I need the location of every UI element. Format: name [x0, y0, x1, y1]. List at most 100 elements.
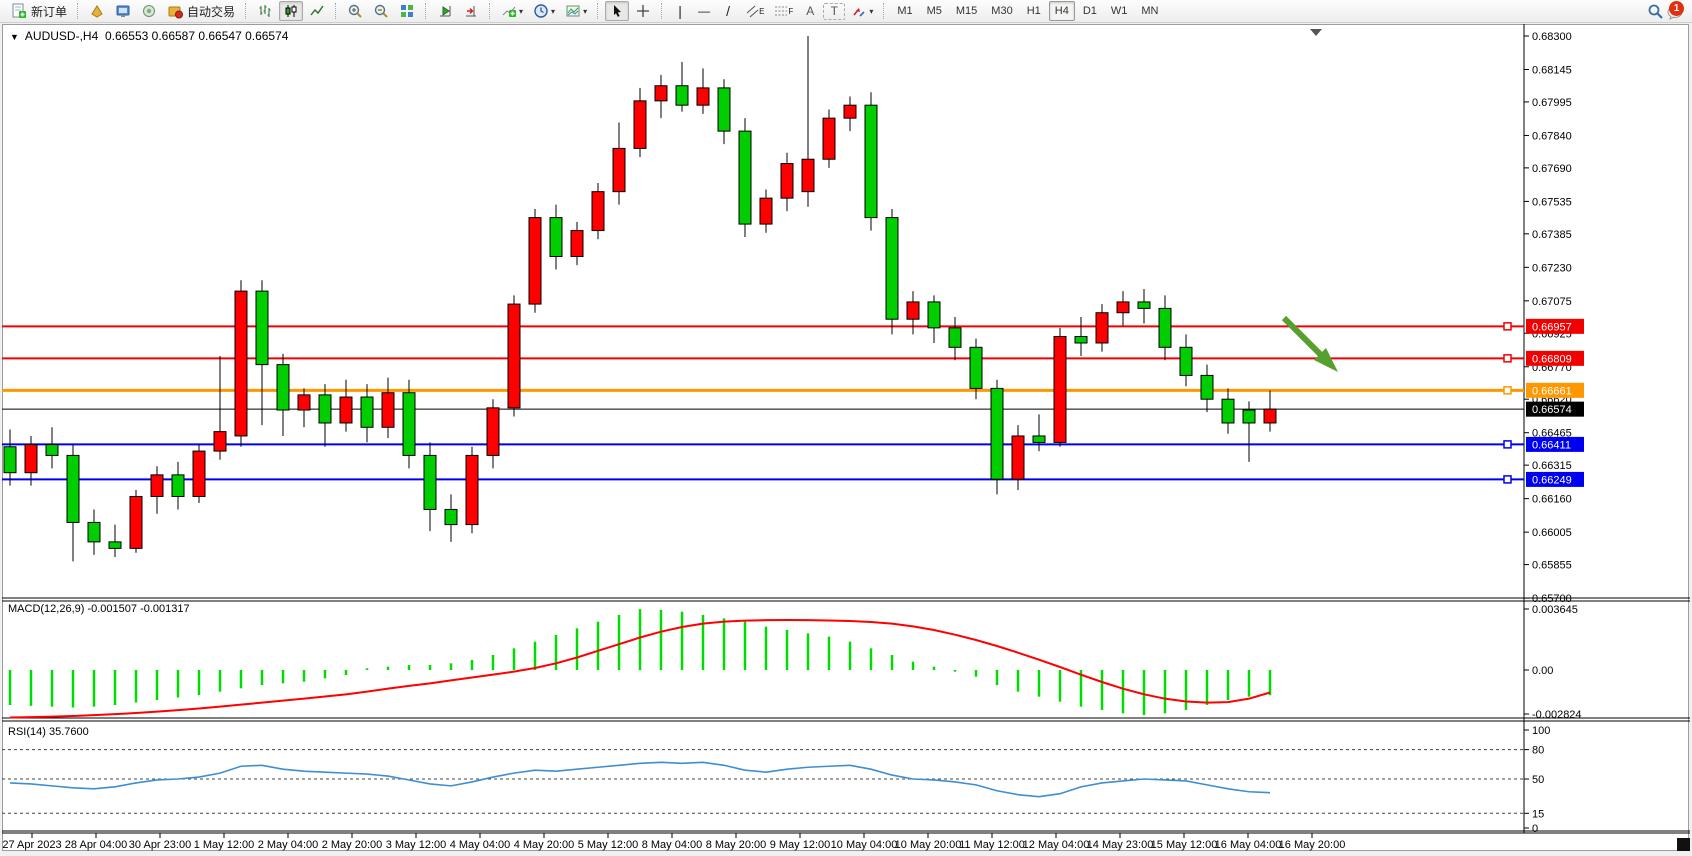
level-line-marker[interactable] — [1504, 355, 1511, 362]
new-order-icon — [11, 3, 27, 19]
time-axis-label: 4 May 04:00 — [450, 839, 511, 851]
text-label-tool[interactable]: T — [823, 3, 845, 20]
toolbar-separator — [335, 3, 337, 19]
text-label-icon: T — [831, 4, 838, 18]
zoom-in-button[interactable] — [343, 1, 367, 21]
collapse-chart-icon[interactable]: ▼ — [10, 32, 19, 42]
timeframe-w1[interactable]: W1 — [1105, 1, 1134, 21]
chart-title: ▼ AUDUSD-,H4 0.66553 0.66587 0.66547 0.66… — [10, 29, 288, 43]
rsi-axis-label: 15 — [1532, 808, 1544, 820]
price-tick-label: 0.66160 — [1532, 494, 1572, 506]
candlestick — [907, 302, 919, 319]
candlestick — [67, 455, 79, 522]
level-line-marker[interactable] — [1504, 441, 1511, 448]
candlestick — [1096, 313, 1108, 343]
window-resize-grip[interactable] — [1677, 838, 1690, 851]
vertical-line-icon: | — [678, 3, 682, 19]
auto-scroll-icon — [437, 3, 453, 19]
time-axis-label: 28 Apr 04:00 — [65, 839, 127, 851]
price-tick-label: 0.67075 — [1532, 296, 1572, 308]
time-axis-label: 5 May 12:00 — [578, 839, 639, 851]
trend-arrow-annotation[interactable] — [1284, 318, 1324, 358]
candlestick — [1012, 436, 1024, 479]
zoom-out-button[interactable] — [369, 1, 393, 21]
price-tick-label: 0.65855 — [1532, 560, 1572, 572]
candlestick — [1054, 337, 1066, 443]
candlestick — [1201, 375, 1213, 399]
level-line-marker[interactable] — [1504, 323, 1511, 330]
candlestick — [487, 408, 499, 456]
time-axis-label: 3 May 12:00 — [386, 839, 447, 851]
timeframe-m1[interactable]: M1 — [891, 1, 918, 21]
timeframe-h4[interactable]: H4 — [1049, 1, 1075, 21]
indicators-icon — [501, 3, 517, 19]
auto-trading-button[interactable]: 自动交易 — [163, 1, 239, 21]
candlestick — [844, 105, 856, 118]
auto-trading-label: 自动交易 — [187, 3, 235, 20]
price-tick-label: 0.68145 — [1532, 65, 1572, 77]
channel-icon — [745, 4, 759, 18]
candlestick — [676, 86, 688, 105]
new-order-label: 新订单 — [31, 3, 67, 20]
candlestick — [130, 496, 142, 548]
price-tick-label: 0.66315 — [1532, 460, 1572, 472]
candlestick — [529, 218, 541, 304]
zoom-out-icon — [373, 3, 389, 19]
symbol-period-label: AUDUSD-,H4 — [25, 29, 98, 43]
signals-button[interactable] — [137, 1, 161, 21]
bar-chart-button[interactable] — [253, 1, 277, 21]
rsi-axis-label: 100 — [1532, 725, 1550, 737]
cursor-tool-button[interactable] — [605, 1, 629, 21]
crosshair-tool-button[interactable] — [631, 1, 655, 21]
timeframe-mn[interactable]: MN — [1135, 1, 1164, 21]
ohlc-values: 0.66553 0.66587 0.66547 0.66574 — [105, 29, 289, 43]
timeframe-m15[interactable]: M15 — [950, 1, 983, 21]
level-price-label: 0.66957 — [1532, 321, 1572, 333]
candlestick-chart-button[interactable] — [279, 1, 303, 21]
candlestick — [697, 88, 709, 105]
time-axis-label: 8 May 04:00 — [642, 839, 703, 851]
macd-axis-label: 0.003645 — [1532, 604, 1578, 616]
candlestick — [340, 397, 352, 423]
tile-windows-icon — [399, 3, 415, 19]
chart-shift-marker[interactable] — [1310, 29, 1322, 36]
periods-button[interactable]: ▾ — [529, 1, 559, 21]
candlestick — [466, 455, 478, 524]
chart-shift-button[interactable] — [459, 1, 483, 21]
fibonacci-tool[interactable]: F — [770, 1, 797, 21]
rsi-axis-label: 50 — [1532, 774, 1544, 786]
indicators-button[interactable]: ▾ — [497, 1, 527, 21]
line-chart-button[interactable] — [305, 1, 329, 21]
horizontal-line-tool[interactable]: — — [693, 1, 715, 21]
text-tool[interactable]: A — [799, 1, 821, 21]
trendline-tool[interactable]: / — [717, 1, 739, 21]
auto-scroll-button[interactable] — [433, 1, 457, 21]
candlestick — [298, 395, 310, 410]
vertical-line-tool[interactable]: | — [669, 1, 691, 21]
toolbar-separator — [661, 3, 663, 19]
time-axis-label: 2 May 20:00 — [322, 839, 383, 851]
toolbar-separator — [77, 3, 79, 19]
arrows-tool[interactable]: ▾ — [847, 1, 877, 21]
candlestick — [760, 198, 772, 224]
search-icon[interactable] — [1647, 3, 1664, 20]
timeframe-m30[interactable]: M30 — [985, 1, 1018, 21]
level-line-marker[interactable] — [1504, 387, 1511, 394]
chevron-down-icon: ▾ — [551, 7, 555, 16]
toolbar-separator — [425, 3, 427, 19]
tile-windows-button[interactable] — [395, 1, 419, 21]
notification-badge[interactable]: 1 — [1669, 1, 1684, 16]
level-line-marker[interactable] — [1504, 476, 1511, 483]
time-axis-label: 1 May 12:00 — [194, 839, 255, 851]
equidistant-channel-tool[interactable]: E — [741, 1, 768, 21]
new-order-button[interactable]: 新订单 — [7, 1, 71, 21]
timeframe-d1[interactable]: D1 — [1077, 1, 1103, 21]
strategy-tester-button[interactable] — [111, 1, 135, 21]
metaeditor-button[interactable] — [85, 1, 109, 21]
timeframe-h1[interactable]: H1 — [1021, 1, 1047, 21]
text-icon: A — [806, 4, 814, 18]
timeframe-m5[interactable]: M5 — [921, 1, 948, 21]
templates-button[interactable]: ▾ — [561, 1, 591, 21]
candlestick — [256, 291, 268, 365]
time-axis-label: 9 May 12:00 — [770, 839, 831, 851]
